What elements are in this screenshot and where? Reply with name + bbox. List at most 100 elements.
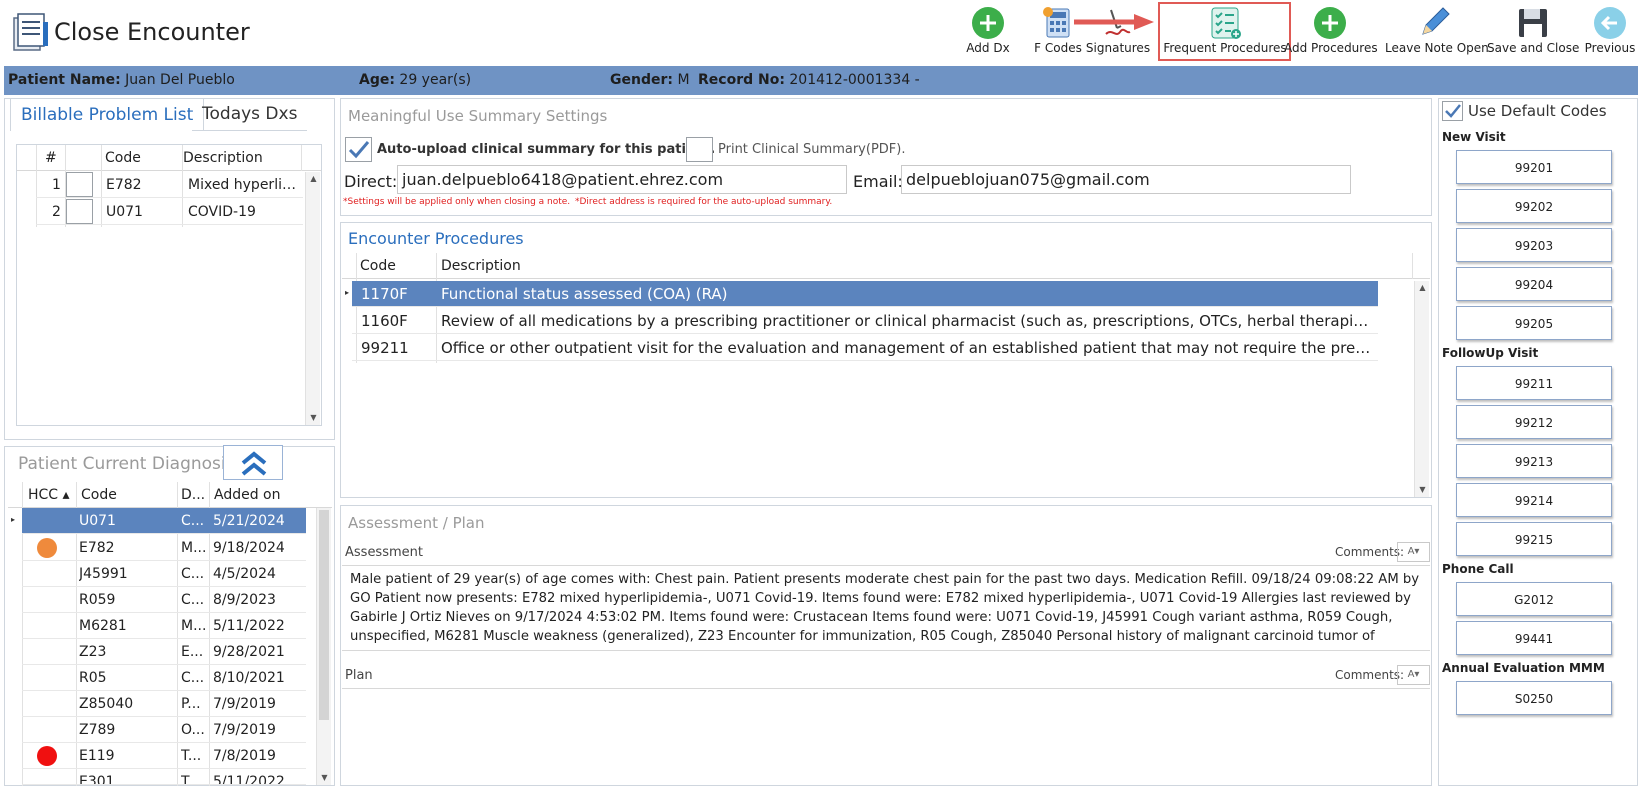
diagnosis-row[interactable]: Z789 O... 7/9/2019 bbox=[22, 717, 306, 743]
scroll-down-icon[interactable]: ▼ bbox=[1415, 483, 1430, 497]
patient-record: Record No: 201412-0001334 - bbox=[698, 72, 920, 88]
annual-evaluation-heading: Annual Evaluation MMM bbox=[1442, 661, 1605, 675]
scroll-up-icon[interactable]: ▲ bbox=[306, 172, 321, 186]
code-button-99204[interactable]: 99204 bbox=[1456, 267, 1612, 301]
text-format-icon: A▾ bbox=[1407, 546, 1420, 557]
procedure-row[interactable]: 1170F Functional status assessed (COA) (… bbox=[352, 281, 1378, 307]
code-button-99203[interactable]: 99203 bbox=[1456, 228, 1612, 262]
code-button-g2012[interactable]: G2012 bbox=[1456, 582, 1612, 616]
direct-address-input[interactable]: juan.delpueblo6418@patient.ehrez.com bbox=[397, 165, 847, 194]
code-button-99211[interactable]: 99211 bbox=[1456, 366, 1612, 400]
diagnosis-row[interactable]: Z23 E... 9/28/2021 bbox=[22, 639, 306, 665]
diagnosis-row[interactable]: E301 T... 5/11/2022 bbox=[22, 769, 306, 785]
scroll-down-icon[interactable]: ▼ bbox=[306, 411, 321, 425]
problem-row[interactable]: 1 E782 Mixed hyperlipidemia bbox=[36, 172, 303, 198]
collapse-button[interactable] bbox=[223, 445, 283, 480]
code-button-99215[interactable]: 99215 bbox=[1456, 522, 1612, 556]
checkmark-icon bbox=[348, 141, 370, 159]
email-input[interactable]: delpueblojuan075@gmail.com bbox=[901, 165, 1351, 194]
code-button-99202[interactable]: 99202 bbox=[1456, 189, 1612, 223]
diagnosis-row[interactable]: J45991 C... 4/5/2024 bbox=[22, 561, 306, 587]
plus-circle-icon bbox=[972, 7, 1004, 39]
text-format-icon: A▾ bbox=[1407, 669, 1420, 680]
diagnosis-row[interactable]: Z85040 P... 7/9/2019 bbox=[22, 691, 306, 717]
procedures-header: Code Description bbox=[342, 253, 1430, 279]
problem-row[interactable]: 2 U071 COVID-19 bbox=[36, 199, 303, 225]
floppy-disk-icon bbox=[1519, 9, 1547, 37]
current-row-pointer-icon: ▸ bbox=[11, 515, 16, 524]
scroll-thumb[interactable] bbox=[319, 510, 329, 720]
diagnosis-row[interactable]: U071 C... 5/21/2024 bbox=[22, 508, 306, 534]
procedure-row[interactable]: 1160F Review of all medications by a pre… bbox=[352, 308, 1378, 334]
code-button-99201[interactable]: 99201 bbox=[1456, 150, 1612, 184]
phone-call-heading: Phone Call bbox=[1442, 562, 1514, 576]
add-dx-button[interactable]: Add Dx bbox=[953, 6, 1023, 60]
save-and-close-button[interactable]: Save and Close bbox=[1487, 6, 1579, 60]
auto-upload-label: Auto-upload clinical summary for this pa… bbox=[377, 142, 716, 157]
frequent-procedures-button[interactable]: Frequent Procedures bbox=[1160, 6, 1290, 60]
previous-button[interactable]: Previous bbox=[1580, 6, 1640, 60]
assessment-text-area[interactable]: Male patient of 29 year(s) of age comes … bbox=[342, 565, 1430, 651]
current-diagnosis-title: Patient Current Diagnosis bbox=[18, 454, 235, 474]
double-chevron-up-icon bbox=[241, 451, 267, 476]
code-button-99213[interactable]: 99213 bbox=[1456, 444, 1612, 478]
assessment-comments-dropdown[interactable]: A▾ bbox=[1397, 542, 1430, 562]
add-procedures-label: Add Procedures bbox=[1284, 41, 1378, 55]
add-procedures-button[interactable]: Add Procedures bbox=[1284, 6, 1378, 60]
hcc-indicator-orange bbox=[37, 538, 57, 558]
patient-age: Age: 29 year(s) bbox=[359, 72, 472, 88]
tab-todays-dxs[interactable]: Todays Dxs bbox=[192, 98, 308, 131]
diagnosis-row[interactable]: M6281 M... 5/11/2022 bbox=[22, 613, 306, 639]
code-button-99212[interactable]: 99212 bbox=[1456, 405, 1612, 439]
tab-billable-problem-list[interactable]: Billable Problem List bbox=[10, 98, 205, 131]
problem-row-checkbox[interactable] bbox=[66, 199, 93, 224]
meaningful-use-title: Meaningful Use Summary Settings bbox=[348, 107, 608, 125]
diagnosis-row[interactable]: E782 M... 9/18/2024 bbox=[22, 535, 306, 561]
direct-label: Direct: bbox=[344, 172, 398, 191]
procedures-scrollbar[interactable]: ▲ ▼ bbox=[1414, 281, 1429, 497]
print-summary-checkbox[interactable] bbox=[686, 137, 713, 162]
code-button-99441[interactable]: 99441 bbox=[1456, 621, 1612, 655]
add-dx-label: Add Dx bbox=[966, 41, 1010, 55]
red-arrow-annotation bbox=[1074, 14, 1154, 30]
plan-text-area[interactable] bbox=[342, 688, 1430, 784]
plan-comments-label: Comments: bbox=[1335, 668, 1405, 682]
assessment-text: Male patient of 29 year(s) of age comes … bbox=[350, 572, 1420, 644]
email-label: Email: bbox=[853, 172, 903, 191]
hcc-header[interactable]: HCC ▴ bbox=[28, 482, 70, 508]
diagnosis-row[interactable]: R059 C... 8/9/2023 bbox=[22, 587, 306, 613]
encounter-procedures-title: Encounter Procedures bbox=[348, 229, 524, 248]
scroll-down-icon[interactable]: ▼ bbox=[317, 771, 332, 785]
window-title: Close Encounter bbox=[54, 18, 250, 46]
problem-list-scrollbar[interactable]: ▲ ▼ bbox=[305, 172, 320, 425]
app-notebook-icon bbox=[13, 13, 48, 51]
use-default-codes-checkbox[interactable] bbox=[1442, 101, 1463, 121]
patient-gender: Gender: M bbox=[610, 72, 690, 88]
current-diagnosis-header: HCC ▴ Code D... Added on bbox=[8, 482, 332, 508]
checkmark-icon bbox=[1445, 104, 1461, 118]
problem-row-checkbox[interactable] bbox=[66, 172, 93, 197]
diagnosis-row[interactable]: R05 C... 8/10/2021 bbox=[22, 665, 306, 691]
calculator-icon bbox=[1043, 7, 1070, 38]
followup-visit-heading: FollowUp Visit bbox=[1442, 346, 1539, 360]
leave-note-open-button[interactable]: Leave Note Open bbox=[1385, 6, 1489, 60]
assessment-label: Assessment bbox=[345, 545, 423, 560]
auto-upload-checkbox[interactable] bbox=[345, 137, 372, 162]
hcc-indicator-red bbox=[37, 746, 57, 766]
print-summary-label: Print Clinical Summary(PDF). bbox=[718, 142, 906, 157]
checklist-icon bbox=[1211, 7, 1241, 39]
f-codes-label: F Codes bbox=[1034, 41, 1082, 55]
plan-comments-dropdown[interactable]: A▾ bbox=[1397, 665, 1430, 685]
procedure-row[interactable]: 99211 Office or other outpatient visit f… bbox=[352, 335, 1378, 361]
assessment-plan-title: Assessment / Plan bbox=[348, 514, 485, 532]
diagnosis-scrollbar[interactable]: ▼ bbox=[316, 508, 331, 785]
code-button-99214[interactable]: 99214 bbox=[1456, 483, 1612, 517]
settings-note: *Settings will be applied only when clos… bbox=[343, 197, 571, 207]
use-default-codes-label: Use Default Codes bbox=[1468, 102, 1607, 120]
diagnosis-row[interactable]: E119 T... 7/8/2019 bbox=[22, 743, 306, 769]
pencil-icon bbox=[1422, 7, 1450, 35]
frequent-procedures-label: Frequent Procedures bbox=[1163, 41, 1287, 55]
code-button-s0250[interactable]: S0250 bbox=[1456, 681, 1612, 715]
scroll-up-icon[interactable]: ▲ bbox=[1415, 281, 1430, 295]
code-button-99205[interactable]: 99205 bbox=[1456, 306, 1612, 340]
